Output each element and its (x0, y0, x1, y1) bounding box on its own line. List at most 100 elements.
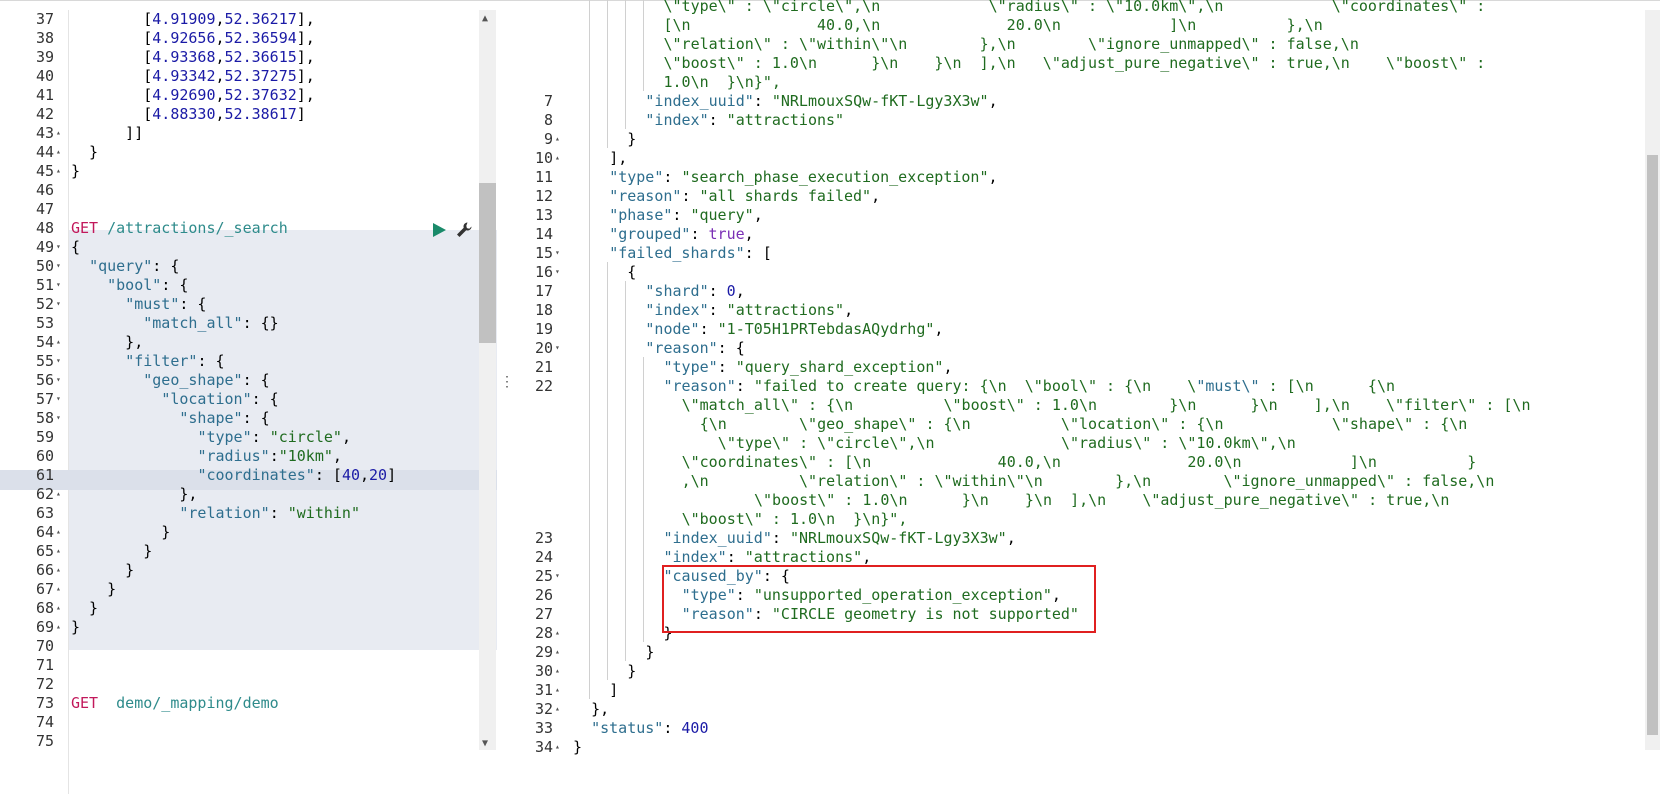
code-line[interactable] (71, 655, 497, 675)
unfold-arrow-icon[interactable]: ▴ (56, 560, 61, 580)
indent-guide (625, 281, 627, 300)
fold-arrow-icon[interactable]: ▾ (56, 237, 61, 257)
line-number: 39 (35, 48, 54, 66)
code-line[interactable] (71, 712, 497, 732)
unfold-arrow-icon[interactable]: ▴ (56, 332, 61, 352)
code-line[interactable]: "geo_shape": { (71, 370, 497, 390)
code-line[interactable] (71, 731, 497, 751)
response-scrollbar-thumb[interactable] (1647, 155, 1658, 735)
code-line[interactable]: "bool": { (71, 275, 497, 295)
code-line[interactable]: } (71, 560, 497, 580)
unfold-arrow-icon[interactable]: ▴ (555, 623, 560, 643)
code-line[interactable]: "filter": { (71, 351, 497, 371)
fold-arrow-icon[interactable]: ▾ (56, 256, 61, 276)
indent-guide (625, 433, 627, 452)
unfold-arrow-icon[interactable]: ▴ (56, 522, 61, 542)
unfold-arrow-icon[interactable]: ▴ (555, 699, 560, 719)
code-line[interactable]: "coordinates": [40,20] (71, 465, 497, 485)
code-line[interactable]: "query": { (71, 256, 497, 276)
code-line[interactable]: ]] (71, 123, 497, 143)
unfold-arrow-icon[interactable]: ▴ (555, 642, 560, 662)
line-number: 75 (35, 732, 54, 750)
indent-guide (607, 452, 609, 471)
fold-arrow-icon[interactable]: ▾ (555, 243, 560, 263)
unfold-arrow-icon[interactable]: ▴ (56, 541, 61, 561)
fold-arrow-icon[interactable]: ▾ (56, 408, 61, 428)
unfold-arrow-icon[interactable]: ▴ (56, 161, 61, 181)
unfold-arrow-icon[interactable]: ▴ (555, 129, 560, 149)
indent-guide (607, 129, 609, 148)
editor-scrollbar-thumb[interactable] (479, 183, 496, 343)
code-line[interactable]: "radius":"10km", (71, 446, 497, 466)
scroll-up-arrow-icon[interactable]: ▲ (482, 13, 488, 24)
fold-arrow-icon[interactable]: ▾ (56, 351, 61, 371)
code-line[interactable]: }, (71, 332, 497, 352)
vertical-ellipsis-icon[interactable]: ⋮ (500, 372, 514, 392)
line-number: 55 (35, 352, 54, 370)
code-line[interactable] (71, 180, 497, 200)
response-code-line: "index": "attractions", (645, 301, 854, 319)
fold-arrow-icon[interactable]: ▾ (56, 389, 61, 409)
code-line[interactable]: } (71, 598, 497, 618)
code-line[interactable]: } (71, 541, 497, 561)
code-line[interactable]: GET demo/_mapping/demo (71, 693, 497, 713)
line-number: 37 (35, 10, 54, 28)
code-line[interactable]: [4.91909,52.36217], (71, 10, 497, 29)
unfold-arrow-icon[interactable]: ▴ (56, 617, 61, 637)
unfold-arrow-icon[interactable]: ▴ (56, 598, 61, 618)
code-line[interactable]: { (71, 237, 497, 257)
fold-arrow-icon[interactable]: ▾ (555, 262, 560, 282)
scroll-down-arrow-icon[interactable]: ▼ (482, 738, 488, 749)
line-number: 57 (35, 390, 54, 408)
line-number: 53 (35, 314, 54, 332)
unfold-arrow-icon[interactable]: ▴ (56, 484, 61, 504)
editor-scrollbar[interactable] (479, 10, 496, 750)
indent-guide (625, 357, 627, 376)
code-line[interactable]: "match_all": {} (71, 313, 497, 333)
response-viewer[interactable]: \"type\" : \"circle\",\n \"radius\" : \"… (515, 0, 1645, 760)
line-number: 65 (35, 542, 54, 560)
play-triangle-icon[interactable] (430, 221, 448, 239)
indent-guide (589, 680, 591, 699)
code-line[interactable]: } (71, 161, 497, 181)
fold-arrow-icon[interactable]: ▾ (555, 566, 560, 586)
unfold-arrow-icon[interactable]: ▴ (555, 661, 560, 681)
code-line[interactable]: }, (71, 484, 497, 504)
code-line[interactable]: [4.93368,52.36615], (71, 47, 497, 67)
fold-arrow-icon[interactable]: ▾ (555, 338, 560, 358)
code-line[interactable]: "type": "circle", (71, 427, 497, 447)
code-line[interactable] (71, 636, 497, 656)
fold-arrow-icon[interactable]: ▾ (56, 294, 61, 314)
unfold-arrow-icon[interactable]: ▴ (56, 123, 61, 143)
unfold-arrow-icon[interactable]: ▴ (56, 142, 61, 162)
line-number: 61 (35, 466, 54, 484)
unfold-arrow-icon[interactable]: ▴ (555, 148, 560, 168)
code-line[interactable]: "location": { (71, 389, 497, 409)
code-line[interactable] (71, 199, 497, 219)
response-code-line: "shard": 0, (645, 282, 745, 300)
line-number: 63 (35, 504, 54, 522)
code-line[interactable]: [4.92690,52.37632], (71, 85, 497, 105)
code-line[interactable]: [4.93342,52.37275], (71, 66, 497, 86)
code-line[interactable]: } (71, 579, 497, 599)
fold-arrow-icon[interactable]: ▾ (56, 370, 61, 390)
code-line[interactable] (71, 674, 497, 694)
fold-arrow-icon[interactable]: ▾ (56, 275, 61, 295)
code-line[interactable]: } (71, 617, 497, 637)
unfold-arrow-icon[interactable]: ▴ (555, 680, 560, 700)
code-line[interactable]: [4.92656,52.36594], (71, 28, 497, 48)
response-code-line: ], (609, 149, 628, 167)
indent-guide (589, 205, 591, 224)
code-line[interactable]: "must": { (71, 294, 497, 314)
unfold-arrow-icon[interactable]: ▴ (56, 579, 61, 599)
code-line[interactable]: "shape": { (71, 408, 497, 428)
unfold-arrow-icon[interactable]: ▴ (555, 737, 560, 757)
code-line[interactable]: } (71, 522, 497, 542)
code-line[interactable]: [4.88330,52.38617] (71, 104, 497, 124)
request-editor[interactable]: 37 [4.91909,52.36217], 38 [4.92656,52.365… (0, 10, 497, 794)
response-line-number: 21 (534, 358, 553, 376)
wrench-icon[interactable] (455, 221, 473, 239)
code-line[interactable]: "relation": "within" (71, 503, 497, 523)
code-line[interactable]: } (71, 142, 497, 162)
indent-guide (589, 357, 591, 376)
